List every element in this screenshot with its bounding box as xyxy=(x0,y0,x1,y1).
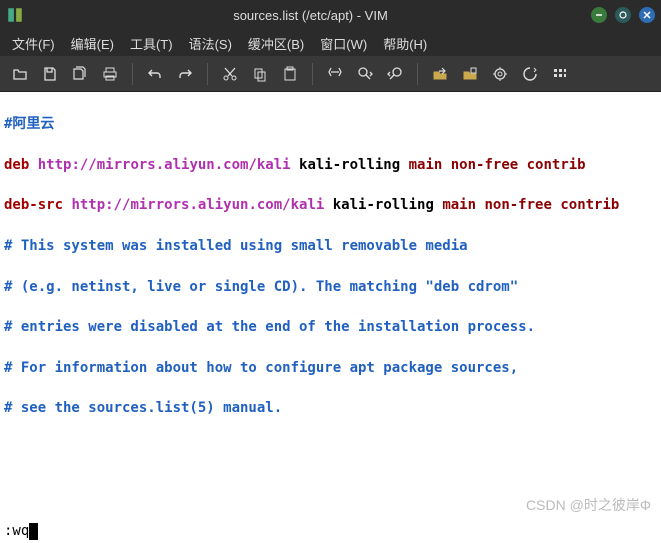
minimize-button[interactable] xyxy=(591,7,607,23)
titlebar: sources.list (/etc/apt) - VIM xyxy=(0,0,661,30)
editor-line: # For information about how to configure… xyxy=(4,358,657,378)
window-title: sources.list (/etc/apt) - VIM xyxy=(30,8,591,23)
menu-tools[interactable]: 工具(T) xyxy=(122,30,181,57)
editor-line xyxy=(4,480,657,500)
script-icon[interactable] xyxy=(486,60,514,88)
editor-line: # see the sources.list(5) manual. xyxy=(4,398,657,418)
open-icon[interactable] xyxy=(6,60,34,88)
session-save-icon[interactable] xyxy=(456,60,484,88)
menu-help[interactable]: 帮助(H) xyxy=(375,30,435,57)
find-next-icon[interactable] xyxy=(351,60,379,88)
editor-line: # This system was installed using small … xyxy=(4,236,657,256)
print-icon[interactable] xyxy=(96,60,124,88)
save-all-icon[interactable] xyxy=(66,60,94,88)
editor-line: # entries were disabled at the end of th… xyxy=(4,317,657,337)
copy-icon[interactable] xyxy=(246,60,274,88)
tag-icon[interactable] xyxy=(546,60,574,88)
editor-area[interactable]: #阿里云 deb http://mirrors.aliyun.com/kali … xyxy=(0,92,661,519)
save-icon[interactable] xyxy=(36,60,64,88)
cut-icon[interactable] xyxy=(216,60,244,88)
editor-line: deb http://mirrors.aliyun.com/kali kali-… xyxy=(4,155,657,175)
menu-file[interactable]: 文件(F) xyxy=(4,30,63,57)
session-load-icon[interactable] xyxy=(426,60,454,88)
undo-icon[interactable] xyxy=(141,60,169,88)
menu-window[interactable]: 窗口(W) xyxy=(312,30,375,57)
editor-line: # (e.g. netinst, live or single CD). The… xyxy=(4,277,657,297)
editor-line: deb-src http://mirrors.aliyun.com/kali k… xyxy=(4,195,657,215)
redo-icon[interactable] xyxy=(171,60,199,88)
menu-syntax[interactable]: 语法(S) xyxy=(181,30,240,57)
menubar: 文件(F) 编辑(E) 工具(T) 语法(S) 缓冲区(B) 窗口(W) 帮助(… xyxy=(0,30,661,56)
close-button[interactable] xyxy=(639,7,655,23)
replace-icon[interactable] xyxy=(321,60,349,88)
make-icon[interactable] xyxy=(516,60,544,88)
find-prev-icon[interactable] xyxy=(381,60,409,88)
maximize-button[interactable] xyxy=(615,7,631,23)
window-controls xyxy=(591,7,655,23)
editor-line xyxy=(4,439,657,459)
menu-buffers[interactable]: 缓冲区(B) xyxy=(240,30,312,57)
cursor xyxy=(29,523,38,540)
menu-edit[interactable]: 编辑(E) xyxy=(63,30,122,57)
app-icon xyxy=(6,6,24,24)
command-line[interactable]: :wq xyxy=(0,519,661,543)
editor-line: #阿里云 xyxy=(4,114,657,134)
toolbar xyxy=(0,56,661,92)
paste-icon[interactable] xyxy=(276,60,304,88)
command-text: :wq xyxy=(4,523,29,539)
